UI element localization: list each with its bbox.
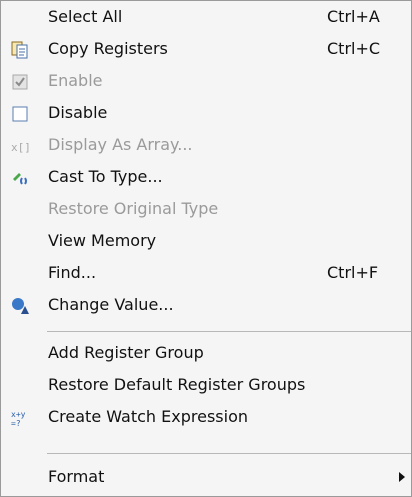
change-value-label: Change Value... [48, 295, 174, 314]
add-register-group-label: Add Register Group [48, 343, 204, 362]
separator [47, 331, 411, 332]
menu-item-disable[interactable]: Disable [1, 97, 411, 129]
view-memory-label: View Memory [48, 231, 157, 250]
svg-text:=?: =? [11, 419, 21, 427]
menu-item-copy-registers[interactable]: Copy Registers Ctrl+C [1, 33, 411, 65]
menu-item-select-all[interactable]: Select All Ctrl+A [1, 1, 411, 33]
find-shortcut: Ctrl+F [327, 263, 379, 282]
select-all-shortcut: Ctrl+A [327, 7, 380, 26]
watch-expression-icon: x+y =? [11, 410, 26, 427]
cast-type-icon [13, 173, 27, 185]
menu-item-find[interactable]: Find... Ctrl+F [1, 257, 411, 289]
find-label: Find... [48, 263, 97, 282]
copy-registers-label: Copy Registers [48, 39, 168, 58]
restore-default-groups-label: Restore Default Register Groups [48, 375, 306, 394]
change-value-icon [12, 298, 29, 314]
menu-item-restore-original-type[interactable]: Restore Original Type [1, 193, 411, 225]
restore-original-type-label: Restore Original Type [48, 199, 219, 218]
svg-text:x[]: x[] [11, 141, 29, 154]
menu-item-display-as-array[interactable]: x[] Display As Array... [1, 129, 411, 161]
separator [47, 453, 411, 454]
disable-label: Disable [48, 103, 108, 122]
display-as-array-label: Display As Array... [48, 135, 193, 154]
submenu-arrow-icon [399, 472, 405, 482]
menu-item-format[interactable]: Format [1, 461, 411, 493]
menu-item-add-register-group[interactable]: Add Register Group [1, 337, 411, 369]
array-icon: x[] [11, 141, 29, 154]
menu-item-cast-to-type[interactable]: Cast To Type... [1, 161, 411, 193]
context-menu: Select All Ctrl+A Copy Registers Ctrl+C … [0, 0, 412, 497]
copy-icon [11, 41, 28, 59]
create-watch-expression-label: Create Watch Expression [48, 407, 248, 426]
format-label: Format [48, 467, 105, 486]
menu-item-enable[interactable]: Enable [1, 65, 411, 97]
menu-item-restore-default-groups[interactable]: Restore Default Register Groups [1, 369, 411, 401]
menu-item-view-memory[interactable]: View Memory [1, 225, 411, 257]
copy-registers-shortcut: Ctrl+C [327, 39, 381, 58]
enable-label: Enable [48, 71, 103, 90]
menu-item-create-watch-expression[interactable]: x+y =? Create Watch Expression [1, 401, 411, 433]
svg-text:x+y: x+y [11, 410, 26, 419]
checkbox-empty-icon [12, 106, 28, 122]
cast-to-type-label: Cast To Type... [48, 167, 163, 186]
menu-item-change-value[interactable]: Change Value... [1, 289, 411, 321]
checkbox-checked-icon [12, 74, 28, 90]
select-all-label: Select All [48, 7, 123, 26]
